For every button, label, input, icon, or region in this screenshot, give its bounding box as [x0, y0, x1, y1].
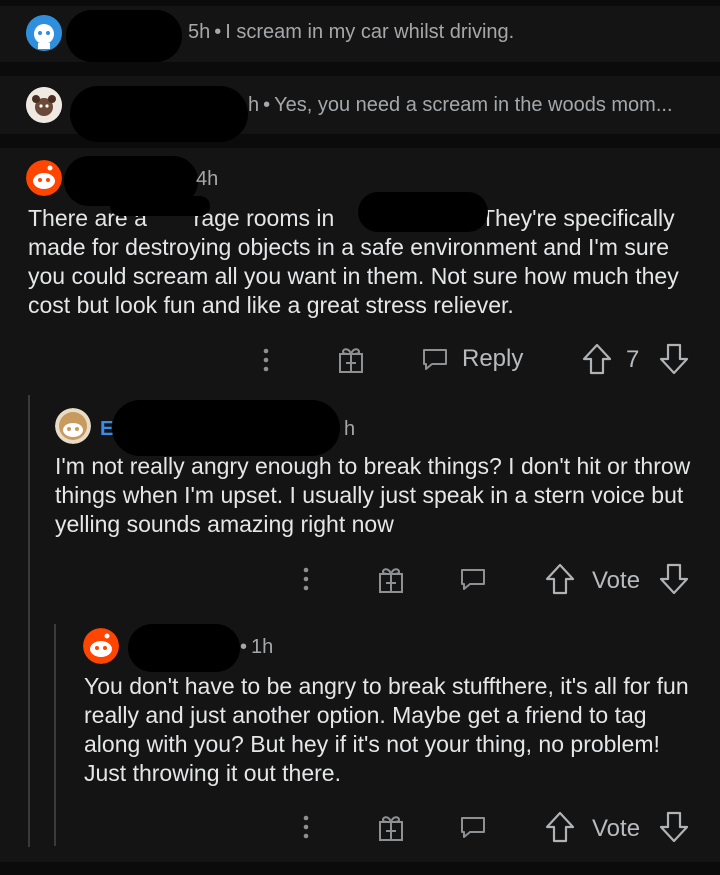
- vote-label: Vote: [592, 815, 641, 842]
- award-button[interactable]: [376, 813, 406, 843]
- collapsed-comment-2[interactable]: h • Yes, you need a scream in the woods mo…: [0, 76, 720, 142]
- comment-bubble-icon: [461, 569, 485, 590]
- comment-age: 1h: [251, 636, 274, 658]
- award-button[interactable]: [336, 345, 366, 375]
- vote-label: Vote: [592, 567, 641, 594]
- comment-body-continued: They're specifically: [481, 205, 675, 231]
- comment-snippet: I scream in my car whilst driving.: [225, 21, 515, 43]
- downvote-arrow-icon: [659, 563, 689, 595]
- nested-thread-line[interactable]: [54, 624, 56, 846]
- vote-score: 7: [626, 346, 640, 373]
- user-avatar[interactable]: [26, 160, 62, 196]
- upvote-button[interactable]: [544, 810, 576, 844]
- user-avatar[interactable]: [26, 15, 62, 51]
- downvote-button[interactable]: [658, 342, 690, 376]
- comment-bubble-icon: [461, 817, 485, 838]
- upvote-button[interactable]: [581, 342, 613, 376]
- user-avatar[interactable]: [55, 408, 91, 444]
- comment-body-rest: made for destroying objects in a safe en…: [28, 234, 679, 318]
- comment-body: I'm not really angry enough to break thi…: [55, 453, 691, 537]
- avatar-icon: [26, 87, 62, 123]
- redacted-location: [358, 192, 488, 232]
- upvote-button[interactable]: [544, 562, 576, 596]
- gift-icon: [379, 568, 403, 593]
- comment-bubble-icon: [423, 349, 447, 370]
- snoo-avatar-icon: [26, 160, 62, 196]
- thread-line[interactable]: [28, 395, 30, 847]
- snoo-avatar-icon: [83, 628, 119, 664]
- reply-button[interactable]: Reply: [420, 344, 523, 374]
- gift-icon: [339, 348, 363, 373]
- reply-button[interactable]: [458, 564, 488, 594]
- redacted-username: [112, 400, 340, 456]
- reply-label: Reply: [462, 345, 524, 372]
- redacted-username: [128, 624, 240, 672]
- snoo-avatar-icon: [55, 408, 91, 444]
- comment-snippet: Yes, you need a scream in the woods mom.…: [274, 94, 673, 116]
- comment-meta: 5h • I scream in my car whilst driving.: [188, 21, 515, 43]
- downvote-arrow-icon: [659, 811, 689, 843]
- comment-age: h: [248, 94, 260, 116]
- comment-age: 4h: [196, 168, 219, 190]
- more-vertical-icon: [303, 815, 309, 839]
- collapsed-comment-1[interactable]: 5h • I scream in my car whilst driving.: [0, 6, 720, 62]
- comment-age: 5h: [188, 21, 211, 43]
- downvote-button[interactable]: [658, 810, 690, 844]
- upvote-arrow-icon: [582, 343, 612, 375]
- upvote-arrow-icon: [545, 563, 575, 595]
- more-vertical-icon: [263, 348, 269, 372]
- redacted-text: [110, 196, 210, 216]
- comment-body: You don't have to be angry to break stuf…: [84, 673, 689, 786]
- more-vertical-icon: [303, 567, 309, 591]
- reply-button[interactable]: [458, 812, 488, 842]
- user-avatar[interactable]: [26, 87, 62, 123]
- more-options-button[interactable]: [256, 346, 276, 374]
- more-options-button[interactable]: [296, 565, 316, 593]
- user-avatar[interactable]: [83, 628, 119, 664]
- comment-meta: • 1h: [240, 636, 274, 658]
- downvote-button[interactable]: [658, 562, 690, 596]
- comment-age: h: [344, 418, 356, 440]
- redacted-username: [66, 10, 182, 62]
- more-options-button[interactable]: [296, 813, 316, 841]
- downvote-arrow-icon: [659, 343, 689, 375]
- upvote-arrow-icon: [545, 811, 575, 843]
- comment-meta: h • Yes, you need a scream in the woods mo…: [248, 94, 673, 116]
- award-button[interactable]: [376, 565, 406, 595]
- gift-icon: [379, 816, 403, 841]
- avatar-icon: [26, 15, 62, 51]
- redacted-username: [70, 86, 248, 142]
